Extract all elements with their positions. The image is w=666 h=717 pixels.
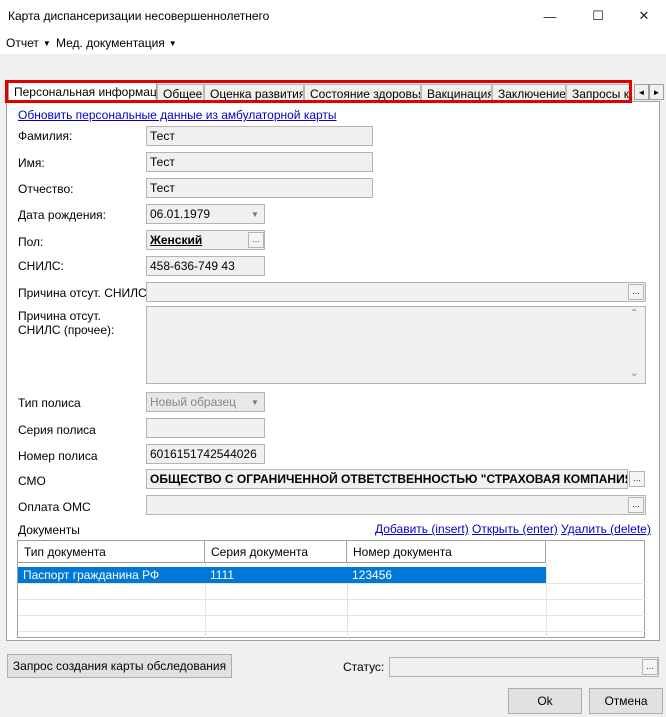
status-field[interactable] bbox=[389, 657, 659, 677]
smo-ellipsis-button[interactable]: ... bbox=[629, 471, 645, 487]
name-field[interactable]: Тест bbox=[146, 152, 373, 172]
maximize-button[interactable]: ☐ bbox=[575, 0, 621, 32]
column-header-doc-series[interactable]: Серия документа bbox=[205, 541, 347, 563]
tab-requests[interactable]: Запросы к bbox=[566, 84, 630, 102]
patronymic-label: Отчество: bbox=[18, 182, 74, 196]
smo-field[interactable]: ОБЩЕСТВО С ОГРАНИЧЕННОЙ ОТВЕТСТВЕННОСТЬЮ… bbox=[146, 469, 628, 489]
close-button[interactable]: ✕ bbox=[621, 0, 666, 32]
grid-line bbox=[18, 631, 645, 632]
oms-payment-ellipsis-button[interactable]: ... bbox=[628, 497, 644, 513]
ok-button[interactable]: Ok bbox=[508, 688, 582, 714]
tab-scroll-right-icon[interactable]: ► bbox=[649, 84, 664, 100]
grid-line bbox=[18, 599, 645, 600]
menu-report[interactable]: Отчет ▼ bbox=[6, 36, 51, 50]
snils-label: СНИЛС: bbox=[18, 259, 64, 273]
policy-number-label: Номер полиса bbox=[18, 449, 98, 463]
documents-label: Документы bbox=[18, 523, 80, 537]
snils-absent-other-label: Причина отсут. СНИЛС (прочее): bbox=[18, 309, 115, 337]
status-ellipsis-button[interactable]: ... bbox=[642, 659, 658, 675]
sex-ellipsis-button[interactable]: ... bbox=[248, 232, 264, 248]
policy-type-label: Тип полиса bbox=[18, 396, 81, 410]
tab-scroll-left-icon[interactable]: ◄ bbox=[634, 84, 649, 100]
policy-series-label: Серия полиса bbox=[18, 423, 96, 437]
birth-date-label: Дата рождения: bbox=[18, 208, 106, 222]
window-title: Карта диспансеризации несовершеннолетнег… bbox=[8, 9, 270, 23]
surname-label: Фамилия: bbox=[18, 129, 73, 143]
policy-series-field[interactable] bbox=[146, 418, 265, 438]
scroll-down-icon[interactable]: ⌄ bbox=[630, 368, 638, 379]
tab-personal-info[interactable]: Персональная информация bbox=[8, 82, 157, 103]
tab-development[interactable]: Оценка развития bbox=[204, 84, 304, 102]
chevron-down-icon: ▼ bbox=[168, 39, 177, 48]
sex-label: Пол: bbox=[18, 235, 44, 249]
snils-absent-other-textarea[interactable] bbox=[146, 306, 646, 384]
snils-absent-reason-field[interactable] bbox=[146, 282, 646, 302]
grid-line bbox=[18, 583, 645, 584]
add-document-link[interactable]: Добавить (insert) bbox=[375, 522, 469, 536]
column-header-doc-type[interactable]: Тип документа bbox=[18, 541, 205, 563]
policy-number-field[interactable]: 6016151742544026 bbox=[146, 444, 265, 464]
grid-line bbox=[546, 563, 547, 638]
cell-doc-type: Паспорт гражданина РФ bbox=[23, 568, 160, 582]
minimize-button[interactable]: — bbox=[527, 0, 573, 32]
request-exam-card-button[interactable]: Запрос создания карты обследования bbox=[7, 654, 232, 678]
oms-payment-label: Оплата ОМС bbox=[18, 500, 91, 514]
surname-field[interactable]: Тест bbox=[146, 126, 373, 146]
grid-line bbox=[18, 615, 645, 616]
snils-field[interactable]: 458-636-749 43 bbox=[146, 256, 265, 276]
open-document-link[interactable]: Открыть (enter) bbox=[472, 522, 558, 536]
menu-med-docs-label: Мед. документация bbox=[56, 36, 165, 50]
status-label: Статус: bbox=[343, 660, 385, 674]
cancel-button[interactable]: Отмена bbox=[589, 688, 663, 714]
column-header-doc-number[interactable]: Номер документа bbox=[347, 541, 546, 563]
policy-type-dropdown-icon[interactable]: ▼ bbox=[247, 393, 263, 411]
tab-general[interactable]: Общее bbox=[157, 84, 204, 102]
chevron-down-icon: ▼ bbox=[42, 39, 51, 48]
menu-med-docs[interactable]: Мед. документация ▼ bbox=[56, 36, 177, 50]
update-personal-data-link[interactable]: Обновить персональные данные из амбулато… bbox=[18, 108, 337, 122]
smo-label: СМО bbox=[18, 474, 46, 488]
cell-doc-series: 1111 bbox=[210, 568, 235, 582]
oms-payment-field[interactable] bbox=[146, 495, 646, 515]
delete-document-link[interactable]: Удалить (delete) bbox=[561, 522, 651, 536]
name-label: Имя: bbox=[18, 156, 45, 170]
cell-doc-number: 123456 bbox=[352, 568, 393, 582]
snils-absent-reason-label: Причина отсут. СНИЛС: bbox=[18, 286, 151, 300]
menu-report-label: Отчет bbox=[6, 36, 39, 50]
birth-date-dropdown-icon[interactable]: ▼ bbox=[247, 205, 263, 223]
scroll-up-icon[interactable]: ⌃ bbox=[630, 308, 638, 319]
tab-vaccination[interactable]: Вакцинация bbox=[421, 84, 492, 102]
patronymic-field[interactable]: Тест bbox=[146, 178, 373, 198]
snils-absent-reason-ellipsis-button[interactable]: ... bbox=[628, 284, 644, 300]
tab-conclusion[interactable]: Заключение bbox=[492, 84, 566, 102]
tab-health-state[interactable]: Состояние здоровья bbox=[304, 84, 421, 102]
